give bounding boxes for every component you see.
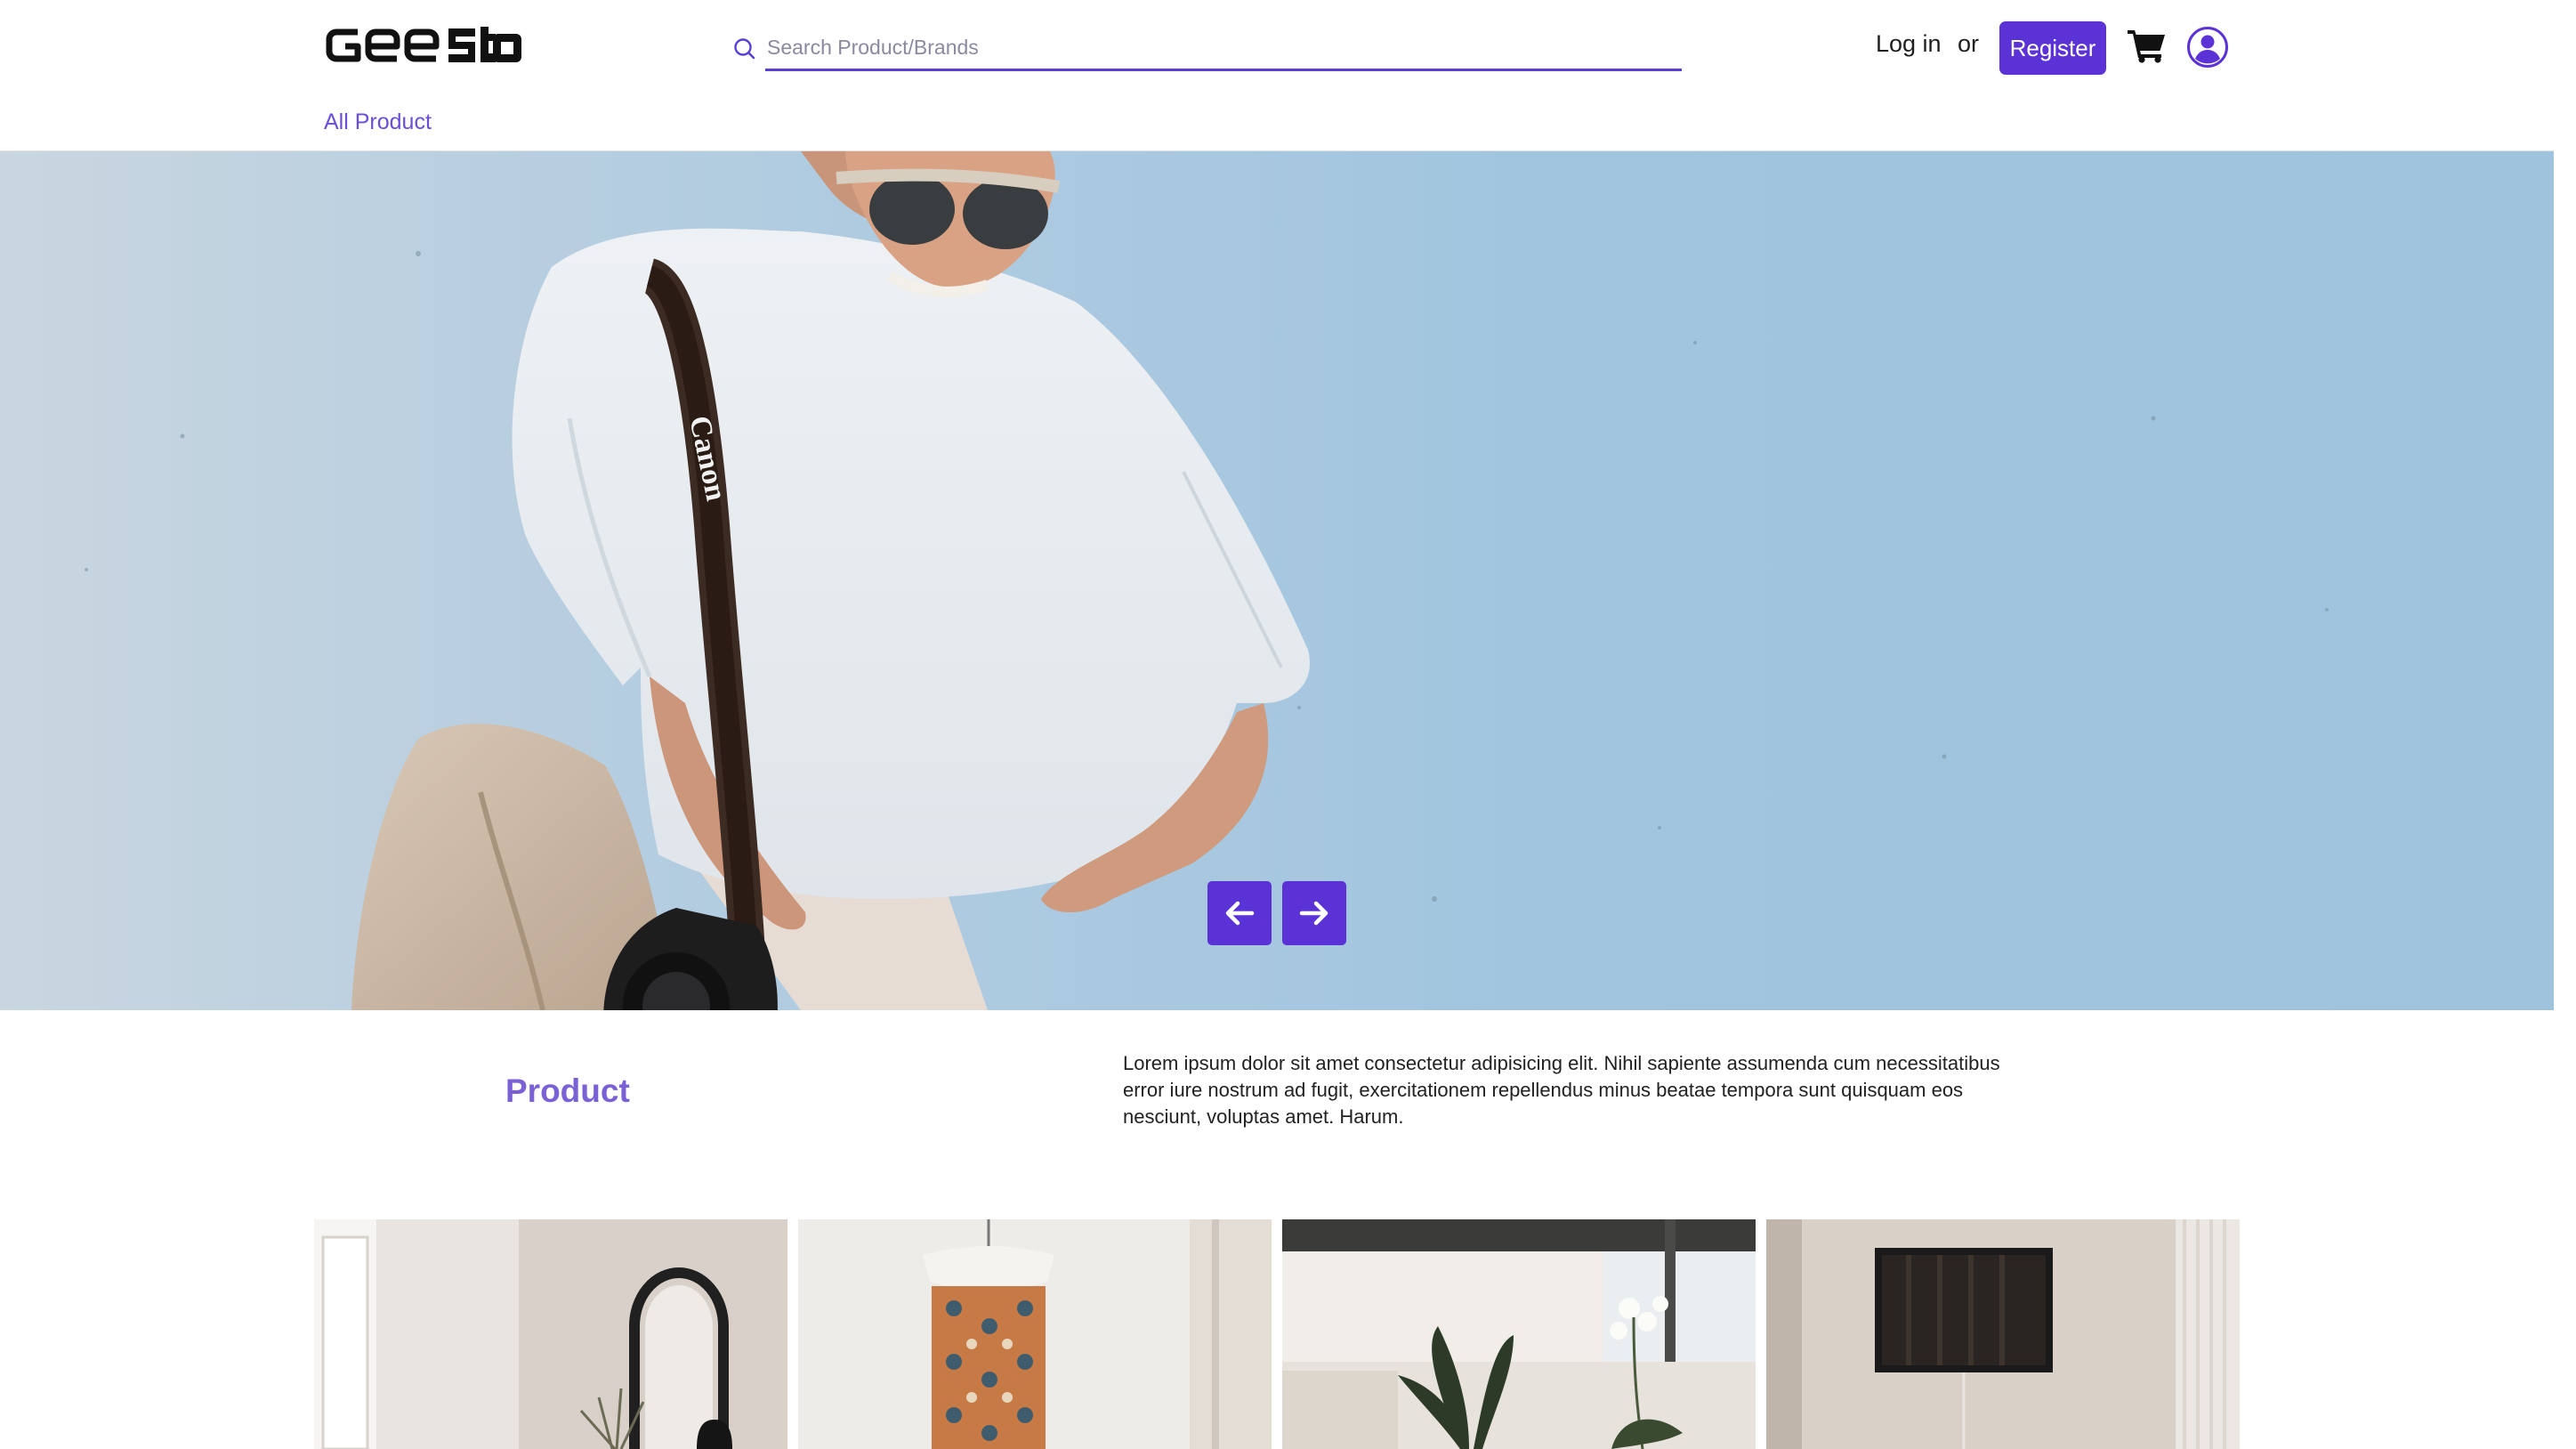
product-section-description: Lorem ipsum dolor sit amet consectetur a… xyxy=(1123,1052,2000,1128)
top-navbar: Log in or Register All Product xyxy=(0,0,2554,151)
search-icon xyxy=(734,38,755,60)
search-input[interactable] xyxy=(765,27,1682,71)
product-card-plant[interactable] xyxy=(1282,1219,1756,1449)
product-image-lamp xyxy=(798,1219,1272,1449)
product-card-lamp[interactable] xyxy=(798,1219,1272,1449)
register-button[interactable]: Register xyxy=(1999,21,2106,75)
hero-image: Canon xyxy=(0,151,2554,1010)
carousel-next-button[interactable] xyxy=(1282,881,1346,945)
product-image-plant xyxy=(1282,1219,1756,1449)
cart-icon[interactable] xyxy=(2127,28,2166,64)
user-account-icon[interactable] xyxy=(2186,26,2229,69)
store-logo-image xyxy=(326,27,521,62)
product-image-tv xyxy=(1766,1219,2240,1449)
carousel-prev-button[interactable] xyxy=(1207,881,1272,945)
arrow-left-icon xyxy=(1225,901,1255,926)
login-link[interactable]: Log in xyxy=(1876,30,1942,58)
product-card-tv[interactable] xyxy=(1766,1219,2240,1449)
store-logo[interactable] xyxy=(324,20,537,71)
search-bar xyxy=(730,27,1682,71)
hero-banner: Canon xyxy=(0,151,2554,1010)
product-card-mirror[interactable] xyxy=(314,1219,787,1449)
nav-all-product[interactable]: All Product xyxy=(324,109,432,135)
or-separator: or xyxy=(1958,30,1980,57)
arrow-right-icon xyxy=(1299,901,1328,926)
product-grid xyxy=(314,1219,2241,1449)
product-section-title: Product xyxy=(505,1073,630,1109)
product-image-mirror xyxy=(314,1219,787,1449)
